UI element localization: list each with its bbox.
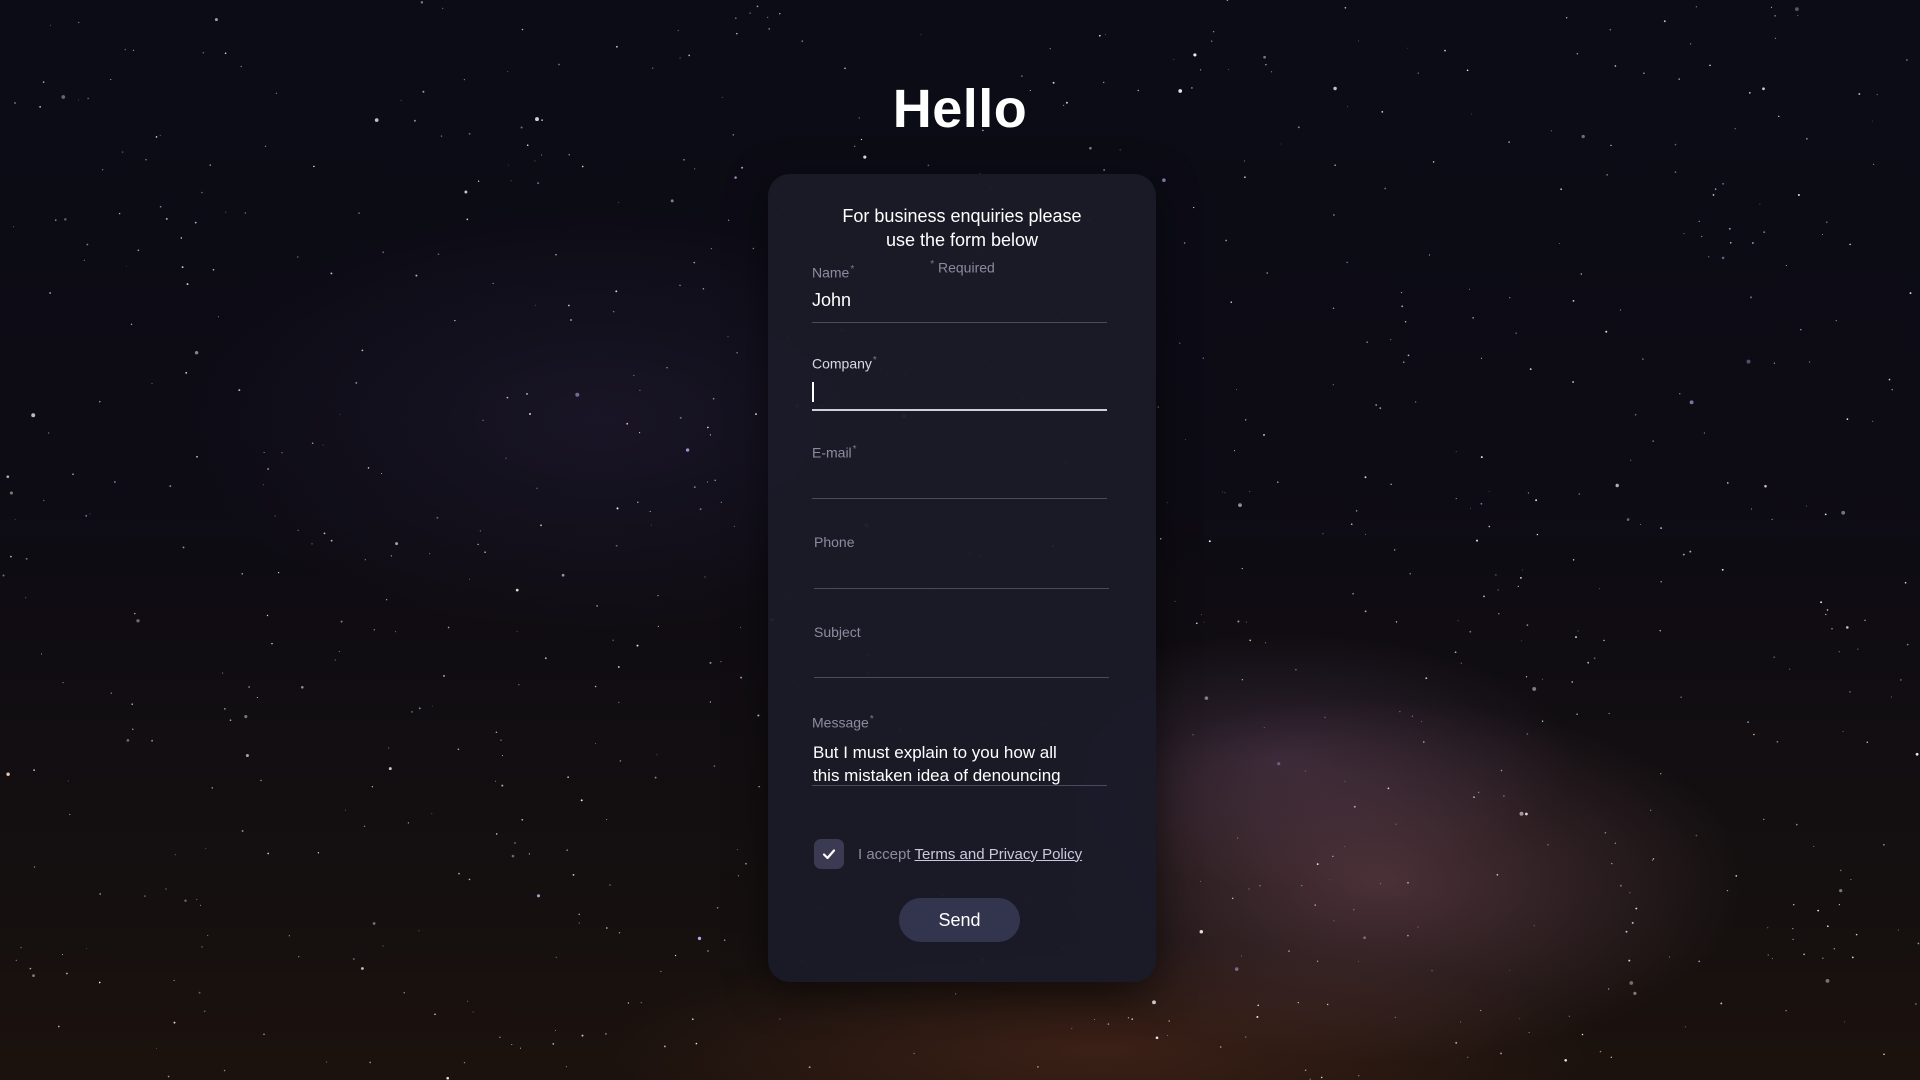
- name-label: Name*: [812, 264, 855, 281]
- email-label: E-mail*: [812, 444, 857, 461]
- terms-privacy-link[interactable]: Terms and Privacy Policy: [915, 846, 1083, 863]
- form-intro-line-2: use the form below: [885, 230, 1039, 250]
- phone-underline: [814, 588, 1109, 589]
- message-line-2: this mistaken idea of denouncing: [813, 765, 1061, 785]
- checkmark-icon: [822, 849, 836, 860]
- company-input[interactable]: [812, 380, 1107, 402]
- subject-label: Subject: [814, 624, 861, 640]
- name-underline: [812, 322, 1107, 323]
- form-intro: For business enquiries please use the fo…: [768, 204, 1156, 252]
- terms-prefix: I accept: [858, 845, 911, 863]
- name-input-value[interactable]: John: [812, 289, 1107, 311]
- email-field[interactable]: E-mail*: [812, 444, 1107, 499]
- contact-form-card: For business enquiries please use the fo…: [768, 174, 1156, 982]
- phone-field[interactable]: Phone: [814, 534, 1109, 589]
- subject-underline: [814, 677, 1109, 678]
- subject-field[interactable]: Subject: [814, 624, 1109, 678]
- message-textarea[interactable]: But I must explain to you how all this m…: [812, 741, 1107, 787]
- message-line-1: But I must explain to you how all: [813, 742, 1057, 762]
- form-intro-line-1: For business enquiries please: [842, 206, 1082, 226]
- company-field[interactable]: Company*: [812, 355, 1107, 411]
- message-field[interactable]: Message* But I must explain to you how a…: [812, 714, 1107, 804]
- terms-text: I accept Terms and Privacy Policy: [858, 846, 1082, 863]
- message-underline: [812, 785, 1107, 786]
- phone-input[interactable]: [814, 560, 1109, 582]
- phone-label: Phone: [814, 534, 855, 550]
- company-underline: [812, 409, 1107, 411]
- message-label: Message*: [812, 714, 874, 731]
- terms-checkbox[interactable]: [814, 839, 844, 869]
- page-title: Hello: [892, 79, 1028, 139]
- email-input[interactable]: [812, 471, 1107, 493]
- email-underline: [812, 498, 1107, 499]
- company-label: Company*: [812, 355, 877, 372]
- send-button[interactable]: Send: [899, 898, 1020, 942]
- text-cursor: [812, 381, 814, 402]
- subject-input[interactable]: [814, 650, 1109, 672]
- terms-row: I accept Terms and Privacy Policy: [814, 838, 1082, 870]
- name-field[interactable]: Name* John: [812, 264, 1107, 323]
